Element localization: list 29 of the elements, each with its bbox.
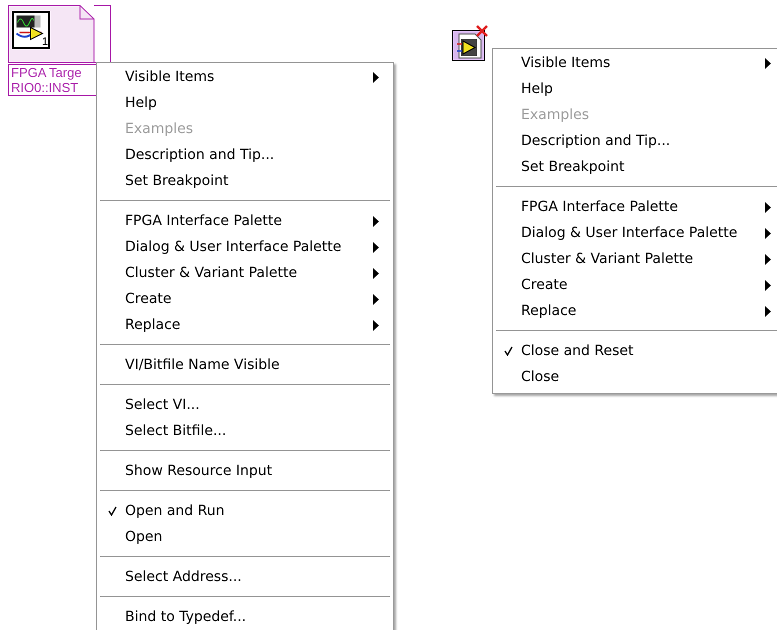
menu-item[interactable]: Cluster & Variant Palette [493, 246, 777, 272]
menu-item[interactable]: Open [97, 524, 393, 550]
menu-item[interactable]: Bind to Typedef... [97, 604, 393, 630]
menu-item[interactable]: Help [493, 76, 777, 102]
menu-item[interactable]: Set Breakpoint [97, 168, 393, 194]
menu-item[interactable]: Select Bitfile... [97, 418, 393, 444]
menu-item[interactable]: Close and Reset [493, 338, 777, 364]
menu-item[interactable]: Select VI... [97, 392, 393, 418]
menu-item[interactable]: Replace [493, 298, 777, 324]
menu-item[interactable]: Select Address... [97, 564, 393, 590]
instance-number: 1 [42, 36, 48, 48]
menu-item[interactable]: Dialog & User Interface Palette [97, 234, 393, 260]
menu-item[interactable]: Close [493, 364, 777, 390]
menu-item[interactable]: Replace [97, 312, 393, 338]
menu-item[interactable]: Create [97, 286, 393, 312]
menu-item[interactable]: Cluster & Variant Palette [97, 260, 393, 286]
menu-item[interactable]: Dialog & User Interface Palette [493, 220, 777, 246]
menu-item[interactable]: Description and Tip... [493, 128, 777, 154]
menu-item[interactable]: Visible Items [493, 50, 777, 76]
menu-item[interactable]: Show Resource Input [97, 458, 393, 484]
menu-item[interactable]: Set Breakpoint [493, 154, 777, 180]
close-node-icon[interactable] [452, 25, 490, 61]
menu-item[interactable]: Open and Run [97, 498, 393, 524]
menu-item[interactable]: VI/Bitfile Name Visible [97, 352, 393, 378]
menu-item[interactable]: Description and Tip... [97, 142, 393, 168]
menu-item[interactable]: FPGA Interface Palette [97, 208, 393, 234]
menu-item[interactable]: Create [493, 272, 777, 298]
menu-item[interactable]: FPGA Interface Palette [493, 194, 777, 220]
oscilloscope-icon[interactable] [12, 11, 50, 49]
